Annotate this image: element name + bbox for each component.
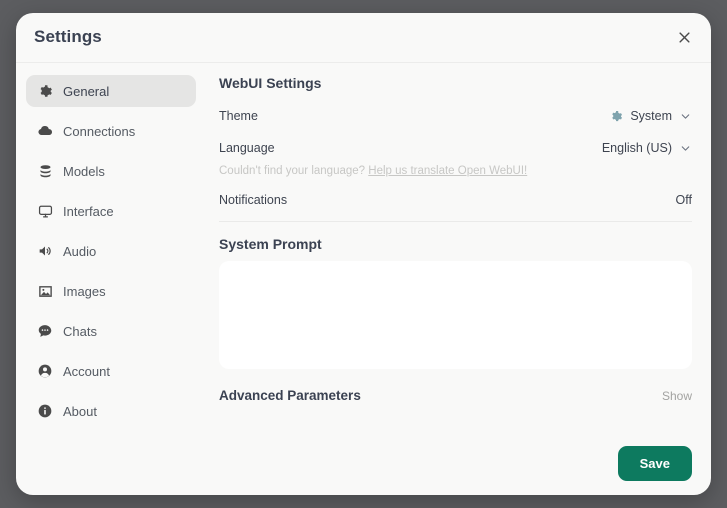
cloud-icon (37, 123, 53, 139)
sidebar-item-about[interactable]: About (26, 395, 196, 427)
sidebar-item-audio[interactable]: Audio (26, 235, 196, 267)
translate-link[interactable]: Help us translate Open WebUI! (368, 165, 527, 177)
theme-label: Theme (219, 109, 258, 123)
section-title: WebUI Settings (219, 75, 692, 91)
info-icon (37, 403, 53, 419)
monitor-icon (37, 203, 53, 219)
sidebar-item-label: General (63, 84, 109, 99)
sidebar-item-images[interactable]: Images (26, 275, 196, 307)
close-icon (677, 30, 692, 45)
notifications-label: Notifications (219, 193, 287, 207)
sidebar-item-label: Audio (63, 244, 96, 259)
settings-content: WebUI Settings Theme System (202, 75, 711, 494)
translate-note: Couldn't find your language? Help us tra… (219, 165, 692, 177)
image-icon (37, 283, 53, 299)
chevron-down-icon (679, 142, 692, 155)
language-select[interactable]: English (US) (602, 141, 692, 155)
modal-body: General Connections Mo (16, 63, 711, 494)
settings-modal: Settings General (16, 13, 711, 495)
advanced-parameters-row: Advanced Parameters Show (219, 388, 692, 403)
chat-icon (37, 323, 53, 339)
sidebar-item-chats[interactable]: Chats (26, 315, 196, 347)
gear-icon (37, 83, 53, 99)
theme-select[interactable]: System (610, 109, 692, 123)
sidebar-item-label: Chats (63, 324, 97, 339)
sidebar-item-label: Connections (63, 124, 135, 139)
theme-value: System (630, 109, 672, 123)
sidebar-item-models[interactable]: Models (26, 155, 196, 187)
sidebar-item-label: Images (63, 284, 106, 299)
language-value: English (US) (602, 141, 672, 155)
modal-footer: Save (618, 446, 692, 481)
language-row: Language English (US) (219, 137, 692, 159)
chevron-down-icon (679, 110, 692, 123)
database-icon (37, 163, 53, 179)
modal-header: Settings (16, 13, 711, 63)
sidebar-item-connections[interactable]: Connections (26, 115, 196, 147)
sidebar-item-label: Interface (63, 204, 114, 219)
system-prompt-input[interactable] (219, 261, 692, 369)
sidebar-item-interface[interactable]: Interface (26, 195, 196, 227)
notifications-toggle[interactable]: Off (676, 193, 692, 207)
gear-icon (610, 110, 623, 123)
system-prompt-title: System Prompt (219, 236, 692, 252)
sidebar-item-general[interactable]: General (26, 75, 196, 107)
language-label: Language (219, 141, 275, 155)
user-icon (37, 363, 53, 379)
sidebar-item-label: Models (63, 164, 105, 179)
section-divider (219, 221, 692, 222)
sidebar-item-label: About (63, 404, 97, 419)
close-button[interactable] (671, 24, 697, 50)
save-button[interactable]: Save (618, 446, 692, 481)
theme-row: Theme System (219, 105, 692, 127)
page-title: Settings (34, 27, 102, 47)
settings-sidebar: General Connections Mo (16, 75, 202, 494)
sidebar-item-label: Account (63, 364, 110, 379)
notifications-row: Notifications Off (219, 189, 692, 211)
advanced-parameters-label: Advanced Parameters (219, 388, 361, 403)
speaker-icon (37, 243, 53, 259)
sidebar-item-account[interactable]: Account (26, 355, 196, 387)
translate-note-text: Couldn't find your language? (219, 165, 365, 177)
advanced-parameters-toggle[interactable]: Show (662, 389, 692, 403)
